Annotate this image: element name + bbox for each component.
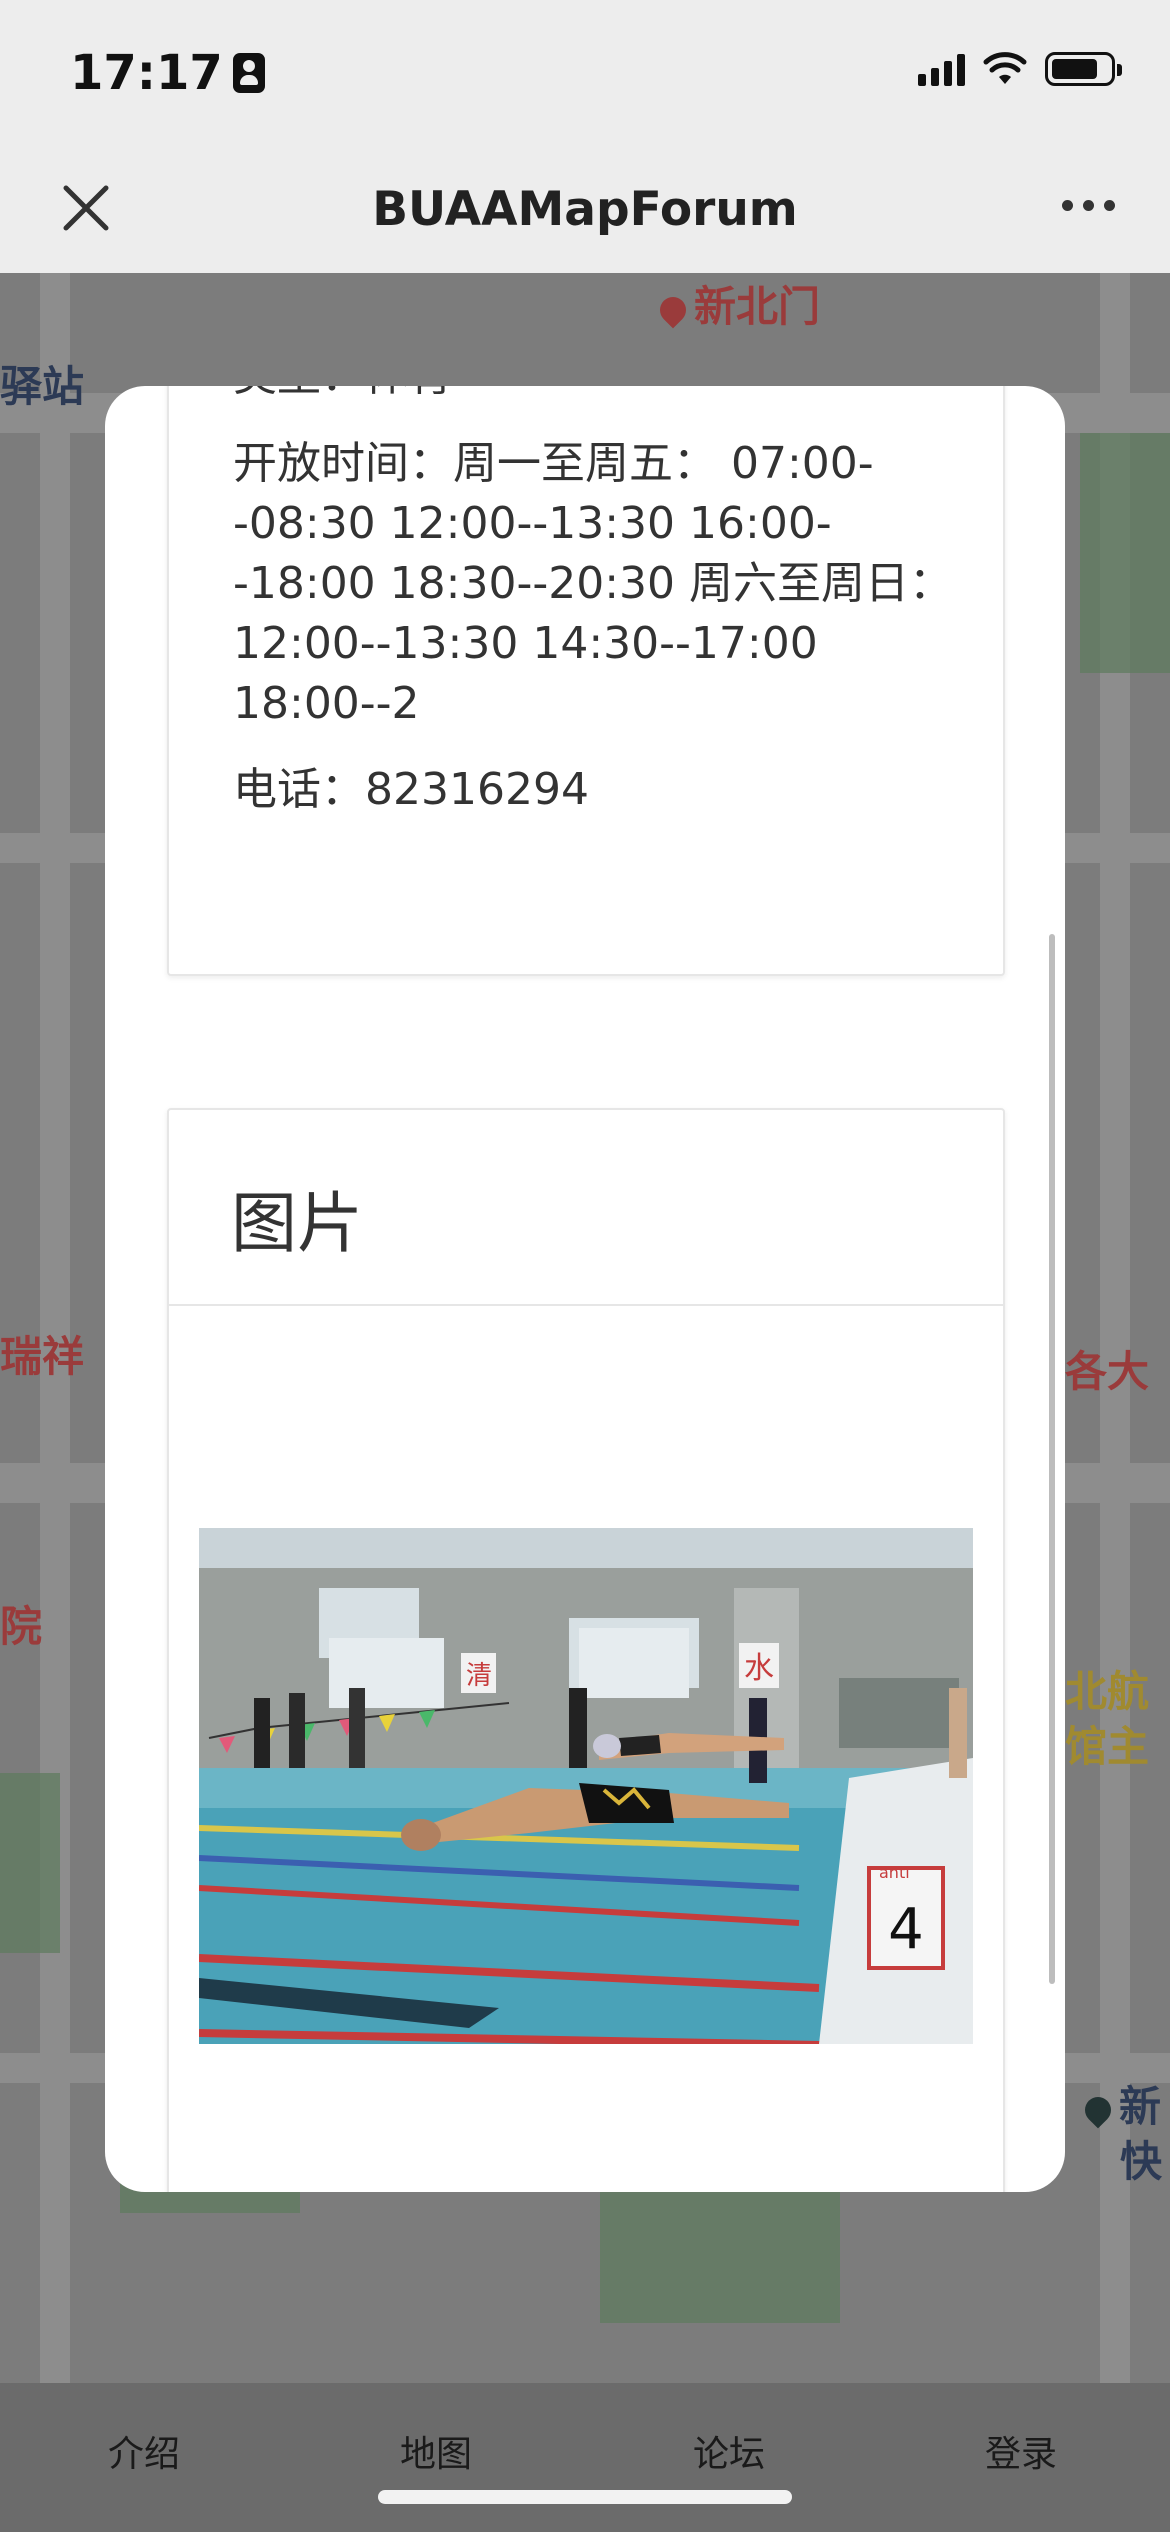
nav-bar: BUAAMapForum bbox=[0, 150, 1170, 273]
map-label-beihang2[interactable]: 馆主 bbox=[1065, 1713, 1149, 1774]
focus-person-icon bbox=[232, 53, 265, 93]
home-indicator[interactable] bbox=[378, 2490, 792, 2504]
bottom-tab-bar: 介绍 地图 论坛 登录 bbox=[0, 2383, 1170, 2532]
photo-card: 图片 4 anti 水 清 bbox=[167, 1108, 1005, 2192]
status-icons bbox=[918, 52, 1122, 86]
more-icon[interactable] bbox=[1062, 200, 1115, 211]
opening-hours-text: 开放时间：周一至周五： 07:00--08:30 12:00--13:30 16… bbox=[233, 438, 954, 729]
map-label-kuai[interactable]: 快 bbox=[1120, 2128, 1162, 2189]
map-label-station[interactable]: 驿站 bbox=[0, 353, 84, 414]
tab-intro[interactable]: 介绍 bbox=[108, 2425, 180, 2477]
status-bar: 17:17 bbox=[0, 0, 1170, 150]
map-label-hospital[interactable]: 院 bbox=[0, 1593, 42, 1654]
lane-number-label: 4 bbox=[888, 1897, 924, 1962]
detail-modal: 类型：体育 开放时间：周一至周五： 07:00--08:30 12:00--13… bbox=[105, 386, 1065, 2192]
battery-icon bbox=[1045, 52, 1122, 86]
modal-scrollbar[interactable] bbox=[1049, 934, 1055, 1984]
cellular-signal-icon bbox=[918, 52, 965, 86]
brand-label: anti bbox=[879, 1863, 910, 1882]
tab-login[interactable]: 登录 bbox=[985, 2425, 1057, 2477]
tab-forum[interactable]: 论坛 bbox=[693, 2425, 765, 2477]
type-text: 类型：体育 bbox=[233, 386, 453, 406]
map-label-xin[interactable]: 新 bbox=[1079, 2073, 1161, 2134]
map-label-ruixiang[interactable]: 瑞祥 bbox=[0, 1323, 84, 1384]
map-label-service[interactable]: 各大 bbox=[1065, 1338, 1149, 1399]
pool-sign-label: 水 bbox=[744, 1651, 774, 1686]
info-card: 类型：体育 开放时间：周一至周五： 07:00--08:30 12:00--13… bbox=[167, 386, 1005, 976]
photo-card-header: 图片 bbox=[169, 1110, 1003, 1306]
map-label-north-gate[interactable]: 新北门 bbox=[654, 273, 820, 334]
status-time: 17:17 bbox=[70, 45, 265, 101]
wall-sign-label: 清 bbox=[466, 1661, 492, 1691]
page-title: BUAAMapForum bbox=[372, 182, 798, 237]
tab-map[interactable]: 地图 bbox=[400, 2425, 472, 2477]
wifi-icon bbox=[983, 52, 1027, 84]
photo-card-title: 图片 bbox=[231, 1185, 363, 1262]
map-label-beihang[interactable]: 北航 bbox=[1065, 1658, 1149, 1719]
phone-text: 电话：82316294 bbox=[233, 764, 589, 815]
swimming-pool-photo[interactable]: 4 anti 水 清 bbox=[199, 1528, 973, 2044]
clock-text: 17:17 bbox=[70, 45, 223, 101]
